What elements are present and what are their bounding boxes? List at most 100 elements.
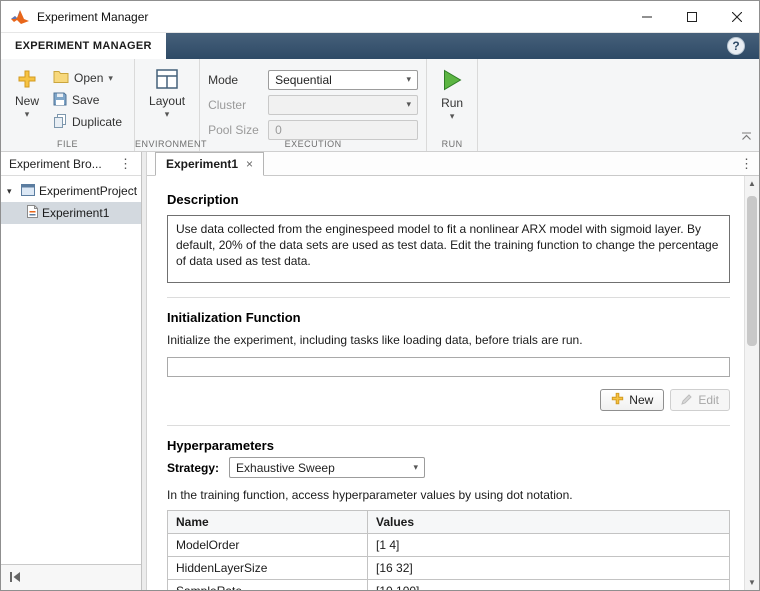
document-tab-experiment1[interactable]: Experiment1 × <box>155 152 265 176</box>
init-edit-button: Edit <box>670 389 730 411</box>
tab-close-icon[interactable]: × <box>246 157 253 171</box>
mode-select-value: Sequential <box>275 72 332 87</box>
duplicate-button[interactable]: Duplicate <box>49 111 126 133</box>
ribbon-section-execution: Mode Sequential ▾ Cluster ▾ Pool Size 0 … <box>200 59 428 151</box>
tree-item-experiment1[interactable]: Experiment1 <box>1 202 141 224</box>
toolstrip-tab-experiment-manager[interactable]: EXPERIMENT MANAGER <box>1 33 166 59</box>
initialization-buttons-row: New Edit <box>167 389 730 411</box>
layout-button-label: Layout <box>149 94 186 108</box>
tree-item-experiment-project[interactable]: ▾ ExperimentProject <box>1 180 141 202</box>
mode-select-chevron-icon: ▾ <box>406 74 412 84</box>
scroll-up-arrow-icon[interactable]: ▲ <box>745 176 759 191</box>
mode-label: Mode <box>208 72 239 87</box>
folder-icon <box>53 70 69 86</box>
vertical-scrollbar[interactable]: ▲ ▼ <box>744 176 759 590</box>
section-divider <box>167 425 730 426</box>
cluster-select-chevron-icon: ▾ <box>406 99 412 109</box>
duplicate-icon <box>53 113 67 131</box>
layout-dropdown-chevron-icon: ▾ <box>164 109 170 119</box>
cluster-label: Cluster <box>208 97 247 112</box>
initialization-function-input[interactable] <box>167 357 730 377</box>
window-controls <box>624 1 759 32</box>
hyperparameter-values-cell[interactable]: [1 4] <box>367 533 730 557</box>
ribbon-section-label-execution: EXECUTION <box>284 139 342 149</box>
description-heading: Description <box>167 192 239 207</box>
layout-button[interactable]: Layout ▾ <box>143 67 191 135</box>
close-button[interactable] <box>714 1 759 32</box>
collapse-panel-button[interactable] <box>9 569 21 587</box>
hyperparameters-heading: Hyperparameters <box>167 438 274 453</box>
init-new-button[interactable]: New <box>600 389 665 411</box>
app-window: Experiment Manager EXPERIMENT MANAGER ? <box>0 0 760 591</box>
run-button[interactable]: Run ▾ <box>435 67 469 135</box>
browser-bottom-bar <box>1 564 141 590</box>
hyperparameter-values-cell[interactable]: [10 100] <box>367 579 730 590</box>
save-icon <box>53 92 67 109</box>
init-new-button-label: New <box>629 393 654 407</box>
document-area: Experiment1 × ⋮ Description Use data col… <box>147 152 759 590</box>
project-icon <box>21 183 35 199</box>
table-row: ModelOrder [1 4] <box>167 533 730 557</box>
hyperparameters-hint-text: In the training function, access hyperpa… <box>167 488 573 502</box>
toolstrip-tab-row-right: ? <box>166 33 759 59</box>
ribbon-section-file: New ▾ Open ▾ Save Duplicate FILE <box>1 59 136 151</box>
window-titlebar: Experiment Manager <box>1 1 759 33</box>
ribbon-section-label-file: FILE <box>57 139 79 149</box>
document-tab-label: Experiment1 <box>166 157 239 171</box>
tree-item-label: Experiment1 <box>42 206 110 220</box>
new-plus-icon <box>17 69 37 92</box>
open-button[interactable]: Open ▾ <box>49 67 126 89</box>
experiment-browser-title: Experiment Bro... <box>9 156 102 171</box>
new-dropdown-chevron-icon: ▾ <box>24 109 30 119</box>
strategy-select[interactable]: Exhaustive Sweep ▾ <box>229 457 426 478</box>
run-dropdown-chevron-icon: ▾ <box>449 111 455 121</box>
layout-grid-icon <box>156 69 178 92</box>
strategy-select-value: Exhaustive Sweep <box>236 460 335 475</box>
initialization-hint-text: Initialize the experiment, including tas… <box>167 333 583 347</box>
document-content-wrap: Description Use data collected from the … <box>147 176 759 590</box>
collapse-ribbon-button[interactable] <box>741 128 752 146</box>
scroll-down-arrow-icon[interactable]: ▼ <box>745 575 759 590</box>
pool-size-label: Pool Size <box>208 122 259 137</box>
experiment-browser-tree: ▾ ExperimentProject Experiment1 <box>1 176 141 564</box>
hyperparameter-values-cell[interactable]: [16 32] <box>367 556 730 580</box>
help-label: ? <box>732 39 740 53</box>
open-dropdown-chevron-icon: ▾ <box>108 72 113 83</box>
tree-item-label: ExperimentProject <box>39 184 138 198</box>
experiment-browser-header: Experiment Bro... ⋮ <box>1 152 141 176</box>
toolstrip-tab-row: EXPERIMENT MANAGER ? <box>1 33 759 59</box>
hyperparameter-name-cell[interactable]: SampleRate <box>167 579 368 590</box>
scrollbar-thumb[interactable] <box>747 196 757 346</box>
strategy-select-chevron-icon: ▾ <box>413 462 419 472</box>
init-edit-button-label: Edit <box>698 393 719 407</box>
duplicate-button-label: Duplicate <box>72 115 123 129</box>
description-textarea[interactable]: Use data collected from the enginespeed … <box>167 215 730 283</box>
mode-select[interactable]: Sequential ▾ <box>268 69 419 90</box>
matlab-logo-icon <box>11 9 29 25</box>
help-button[interactable]: ? <box>727 37 745 55</box>
maximize-button[interactable] <box>669 1 714 32</box>
experiment-browser-menu-button[interactable]: ⋮ <box>116 156 135 172</box>
open-button-label: Open <box>74 71 104 85</box>
edit-pencil-icon <box>681 393 693 408</box>
new-experiment-button[interactable]: New ▾ <box>9 67 45 135</box>
experiment-document-icon <box>27 205 38 221</box>
document-tab-menu-button[interactable]: ⋮ <box>740 156 753 172</box>
tree-expand-chevron-icon[interactable]: ▾ <box>7 186 17 197</box>
ribbon-section-label-environment: ENVIRONMENT <box>135 139 208 149</box>
new-button-label: New <box>15 94 40 108</box>
pool-size-value: 0 <box>275 122 282 137</box>
hyperparameter-name-cell[interactable]: HiddenLayerSize <box>167 556 368 580</box>
minimize-button[interactable] <box>624 1 669 32</box>
document-tab-bar: Experiment1 × ⋮ <box>147 152 759 176</box>
ribbon-section-label-run: RUN <box>441 139 463 149</box>
run-play-icon <box>442 69 462 94</box>
table-row: SampleRate [10 100] <box>167 579 730 590</box>
ribbon-section-environment: Layout ▾ ENVIRONMENT <box>135 59 208 151</box>
save-button-label: Save <box>72 93 100 107</box>
save-button[interactable]: Save <box>49 89 126 111</box>
ribbon: New ▾ Open ▾ Save Duplicate FILE Layout … <box>1 59 759 152</box>
new-plus-icon <box>611 392 624 408</box>
table-row: HiddenLayerSize [16 32] <box>167 556 730 580</box>
hyperparameter-name-cell[interactable]: ModelOrder <box>167 533 368 557</box>
